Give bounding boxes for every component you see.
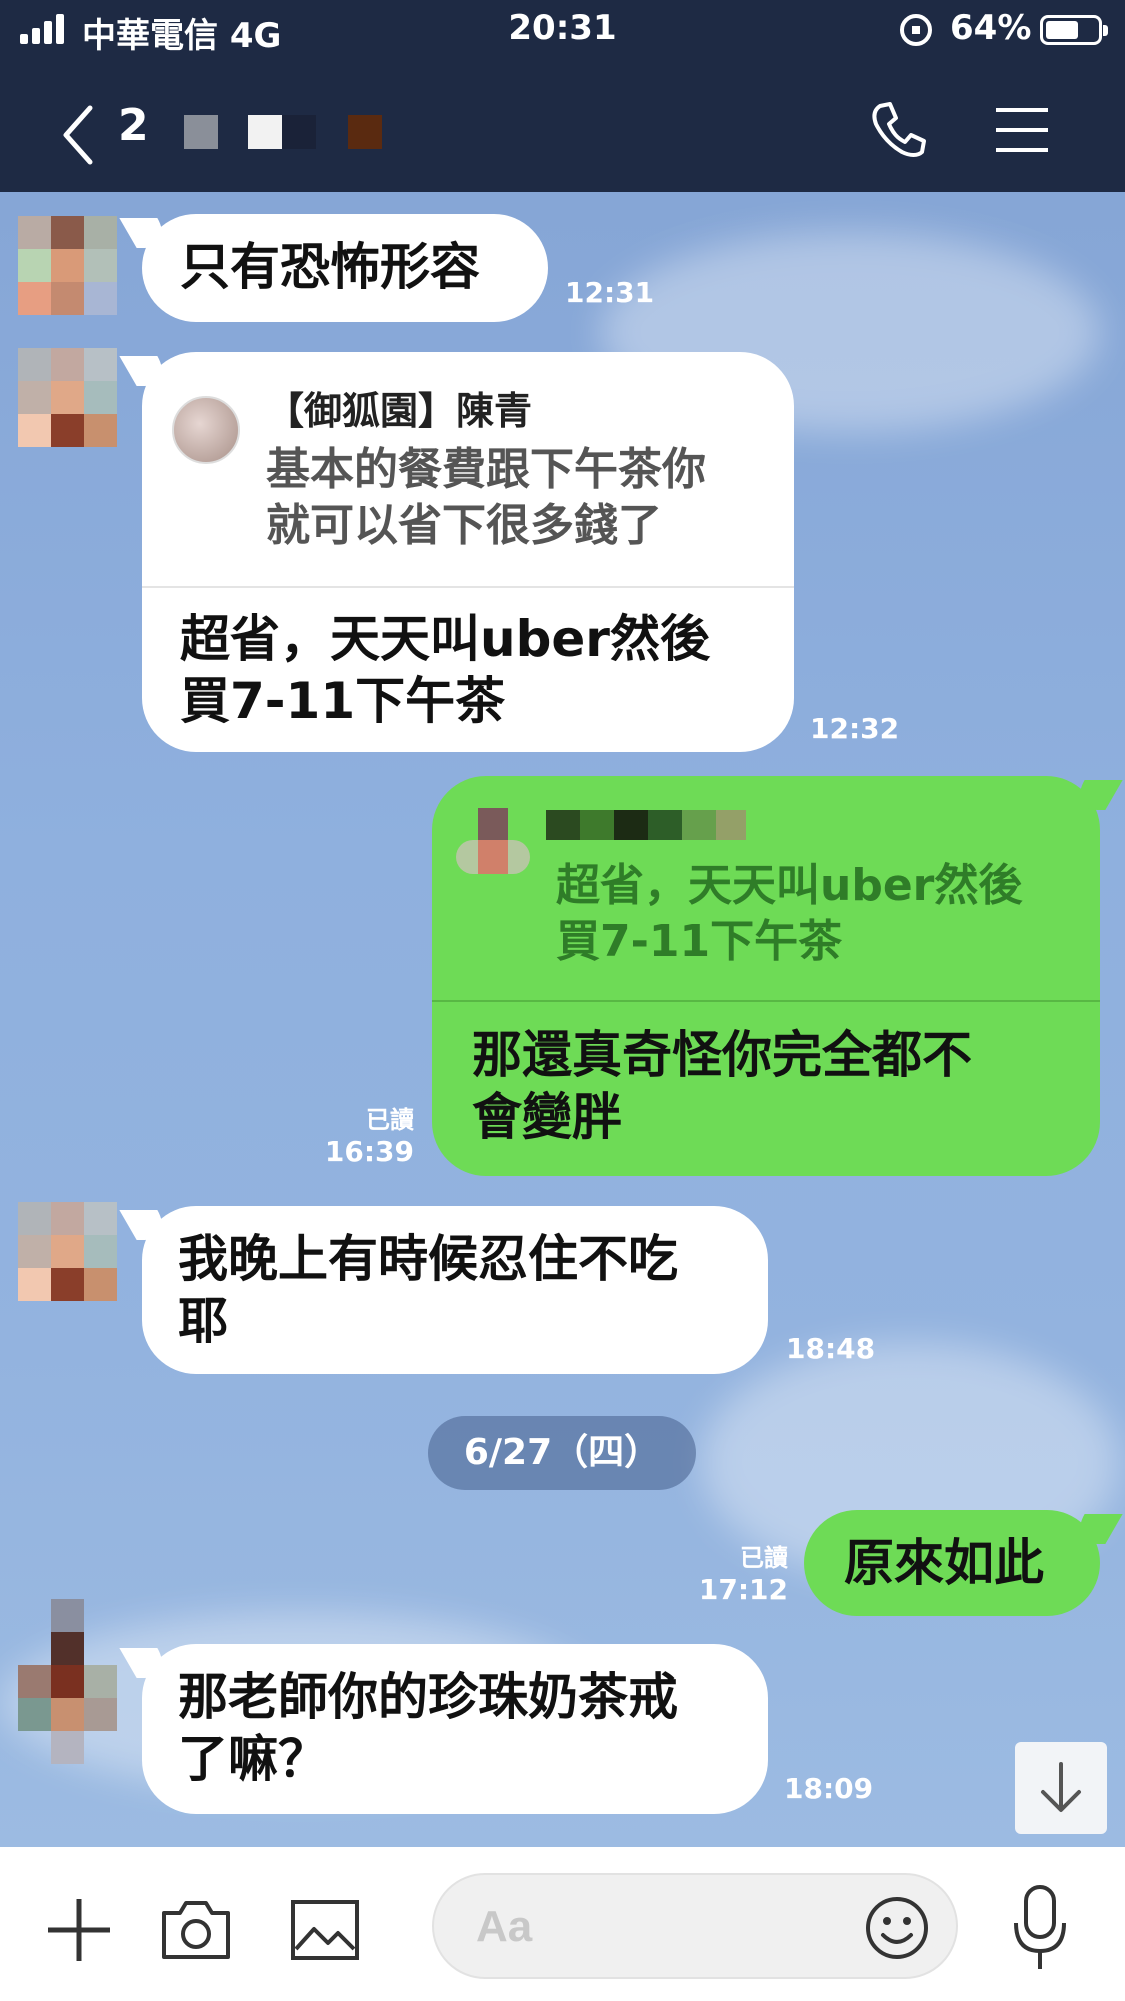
quote-divider (142, 586, 794, 588)
message-text: 原來如此 (844, 1534, 1044, 1592)
message-line: 那還真奇怪你完全都不 (472, 1026, 972, 1084)
message-text: 那老師你的珍珠奶茶戒 了嘛？ (178, 1666, 678, 1790)
message-time: 18:48 (786, 1332, 876, 1365)
quoted-text-line: 買7-11下午茶 (556, 916, 843, 967)
chat-header: 2 (0, 60, 1125, 192)
avatar[interactable] (18, 216, 118, 316)
phone-icon[interactable] (866, 98, 930, 162)
message-line: 會變胖 (472, 1088, 622, 1146)
quote-block[interactable]: 【御狐園】陳青 基本的餐費跟下午茶你 就可以省下很多錢了 (266, 380, 706, 554)
read-label: 已讀 (740, 1544, 788, 1572)
quoted-text-line: 基本的餐費跟下午茶你 (266, 444, 706, 495)
quoted-user-name: 【御狐園】陳青 (266, 389, 533, 433)
message-bubble-incoming-reply[interactable]: 【御狐園】陳青 基本的餐費跟下午茶你 就可以省下很多錢了 超省，天天叫uber然… (119, 352, 794, 752)
microphone-icon[interactable] (1010, 1883, 1070, 1973)
battery-icon (1040, 15, 1108, 45)
member-count: 2 (118, 100, 149, 151)
chat-area[interactable]: 只有恐怖形容 12:31 【御狐園】陳青 基本的餐費跟下午茶你 就可以省下很多錢… (0, 192, 1125, 1847)
avatar[interactable] (18, 1599, 118, 1764)
read-label: 已讀 (366, 1106, 414, 1134)
quoted-text-line: 超省，天天叫uber然後 (556, 860, 1023, 911)
rotation-lock-icon (900, 14, 932, 46)
scroll-to-bottom-button[interactable] (1015, 1742, 1107, 1834)
message-time: 12:32 (810, 712, 900, 745)
read-receipt: 已讀 17:12 (680, 1538, 788, 1606)
message-line: 超省，天天叫uber然後 (180, 610, 710, 668)
battery-percentage: 64% (950, 8, 1032, 48)
message-time: 17:12 (698, 1573, 788, 1606)
message-bubble-incoming[interactable]: 只有恐怖形容 (119, 214, 548, 322)
message-text: 我晚上有時候忍住不吃 耶 (178, 1228, 678, 1352)
message-time: 16:39 (324, 1135, 414, 1168)
message-time: 18:09 (784, 1772, 874, 1805)
avatar[interactable] (18, 1202, 118, 1302)
arrow-down-icon (1041, 1762, 1081, 1812)
message-line: 我晚上有時候忍住不吃 (178, 1230, 678, 1288)
plus-icon[interactable] (44, 1895, 114, 1965)
message-line: 耶 (178, 1292, 228, 1350)
quote-divider (432, 1000, 1100, 1002)
quoted-text-line: 就可以省下很多錢了 (266, 500, 662, 551)
message-bubble-outgoing-reply[interactable]: 超省，天天叫uber然後 買7-11下午茶 那還真奇怪你完全都不 會變胖 (432, 776, 1123, 1176)
message-input-container[interactable] (432, 1873, 958, 1979)
message-line: 買7-11下午茶 (180, 672, 506, 730)
message-line: 了嘛？ (178, 1730, 328, 1788)
status-bar: 中華電信 4G 20:31 64% (0, 0, 1125, 60)
message-input[interactable] (476, 1901, 856, 1953)
quoted-user-avatar (172, 396, 240, 464)
quoted-user-avatar (456, 808, 530, 882)
message-bubble-incoming[interactable]: 那老師你的珍珠奶茶戒 了嘛？ (119, 1644, 768, 1814)
avatar[interactable] (18, 348, 118, 448)
message-bubble-outgoing[interactable]: 原來如此 (804, 1510, 1123, 1616)
back-chevron-icon[interactable] (58, 100, 118, 170)
message-text: 只有恐怖形容 (180, 238, 480, 296)
camera-icon[interactable] (160, 1897, 232, 1961)
date-separator: 6/27（四） (428, 1416, 696, 1490)
top-bar: 中華電信 4G 20:31 64% 2 (0, 0, 1125, 192)
read-receipt: 已讀 16:39 (310, 1100, 414, 1168)
message-text: 那還真奇怪你完全都不 會變胖 (472, 1024, 972, 1148)
message-time: 12:31 (565, 276, 655, 309)
quote-block[interactable]: 超省，天天叫uber然後 買7-11下午茶 (556, 858, 1022, 970)
quoted-user-name-obscured (546, 810, 746, 840)
image-icon[interactable] (290, 1899, 360, 1961)
message-bubble-incoming[interactable]: 我晚上有時候忍住不吃 耶 (119, 1206, 768, 1374)
message-line: 那老師你的珍珠奶茶戒 (178, 1668, 678, 1726)
message-text: 超省，天天叫uber然後 買7-11下午茶 (180, 608, 710, 732)
menu-icon[interactable] (990, 98, 1054, 162)
emoji-icon[interactable] (864, 1895, 930, 1961)
input-bar (0, 1847, 1125, 2001)
